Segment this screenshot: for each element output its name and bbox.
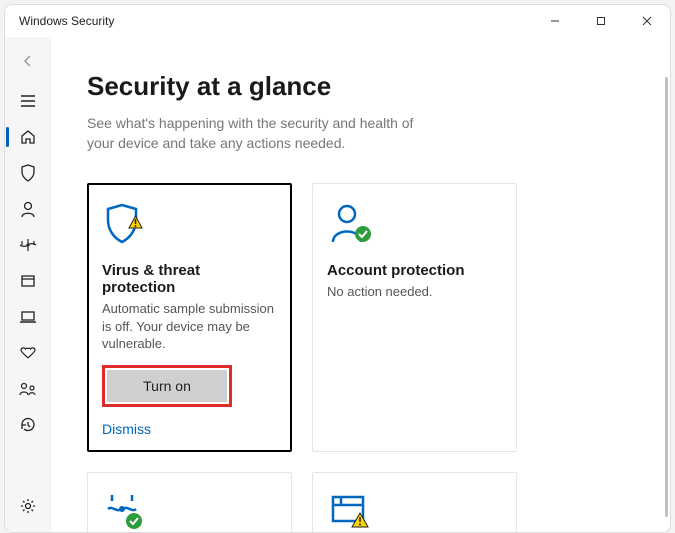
page-subtitle: See what's happening with the security a…	[87, 114, 427, 153]
virus-card-title: Virus & threat protection	[102, 262, 277, 296]
window-controls	[532, 5, 670, 37]
nav-device-performance[interactable]	[6, 335, 50, 371]
sidebar	[5, 37, 51, 532]
card-account-protection[interactable]: Account protection No action needed.	[312, 183, 517, 452]
virus-card-icon	[102, 202, 277, 248]
app-window: Windows Security	[4, 4, 671, 533]
turn-on-button[interactable]: Turn on	[107, 370, 227, 402]
network-check-icon	[102, 491, 152, 532]
account-card-title: Account protection	[327, 262, 502, 279]
app-card-icon	[327, 491, 502, 532]
family-icon	[18, 381, 38, 397]
close-icon	[642, 16, 652, 26]
home-icon	[19, 128, 37, 146]
window-title: Windows Security	[19, 14, 114, 28]
minimize-button[interactable]	[532, 5, 578, 37]
person-icon	[19, 200, 37, 218]
maximize-button[interactable]	[578, 5, 624, 37]
account-card-icon	[327, 202, 502, 248]
shield-icon	[19, 163, 37, 183]
window-warning-icon	[327, 491, 377, 532]
nav-settings[interactable]	[6, 488, 50, 524]
laptop-icon	[19, 310, 37, 324]
card-firewall[interactable]	[87, 472, 292, 532]
card-virus-threat[interactable]: Virus & threat protection Automatic samp…	[87, 183, 292, 452]
main-content: Security at a glance See what's happenin…	[51, 37, 670, 532]
maximize-icon	[596, 16, 606, 26]
nav-protection-history[interactable]	[6, 407, 50, 443]
titlebar: Windows Security	[5, 5, 670, 37]
hamburger-icon	[20, 94, 36, 108]
nav-menu-button[interactable]	[6, 83, 50, 119]
history-icon	[19, 416, 37, 434]
back-button[interactable]	[9, 45, 47, 77]
nav-family-options[interactable]	[6, 371, 50, 407]
person-check-icon	[327, 202, 377, 248]
nav-device-security[interactable]	[6, 299, 50, 335]
minimize-icon	[550, 16, 560, 26]
nav-home[interactable]	[6, 119, 50, 155]
card-app-browser[interactable]	[312, 472, 517, 532]
window-icon	[20, 273, 36, 289]
nav-virus-protection[interactable]	[6, 155, 50, 191]
cards-grid: Virus & threat protection Automatic samp…	[87, 183, 634, 532]
dismiss-link[interactable]: Dismiss	[102, 421, 151, 437]
shield-warning-icon	[102, 202, 152, 248]
page-title: Security at a glance	[87, 71, 634, 102]
body: Security at a glance See what's happenin…	[5, 37, 670, 532]
close-button[interactable]	[624, 5, 670, 37]
account-card-desc: No action needed.	[327, 283, 502, 301]
turn-on-highlight: Turn on	[102, 365, 232, 407]
scrollbar[interactable]	[665, 77, 668, 517]
nav-app-browser[interactable]	[6, 263, 50, 299]
back-arrow-icon	[20, 53, 36, 69]
firewall-card-icon	[102, 491, 277, 532]
virus-card-desc: Automatic sample submission is off. Your…	[102, 300, 277, 353]
heart-pulse-icon	[19, 346, 37, 360]
nav-account-protection[interactable]	[6, 191, 50, 227]
firewall-icon	[18, 237, 38, 253]
gear-icon	[19, 497, 37, 515]
nav-firewall[interactable]	[6, 227, 50, 263]
